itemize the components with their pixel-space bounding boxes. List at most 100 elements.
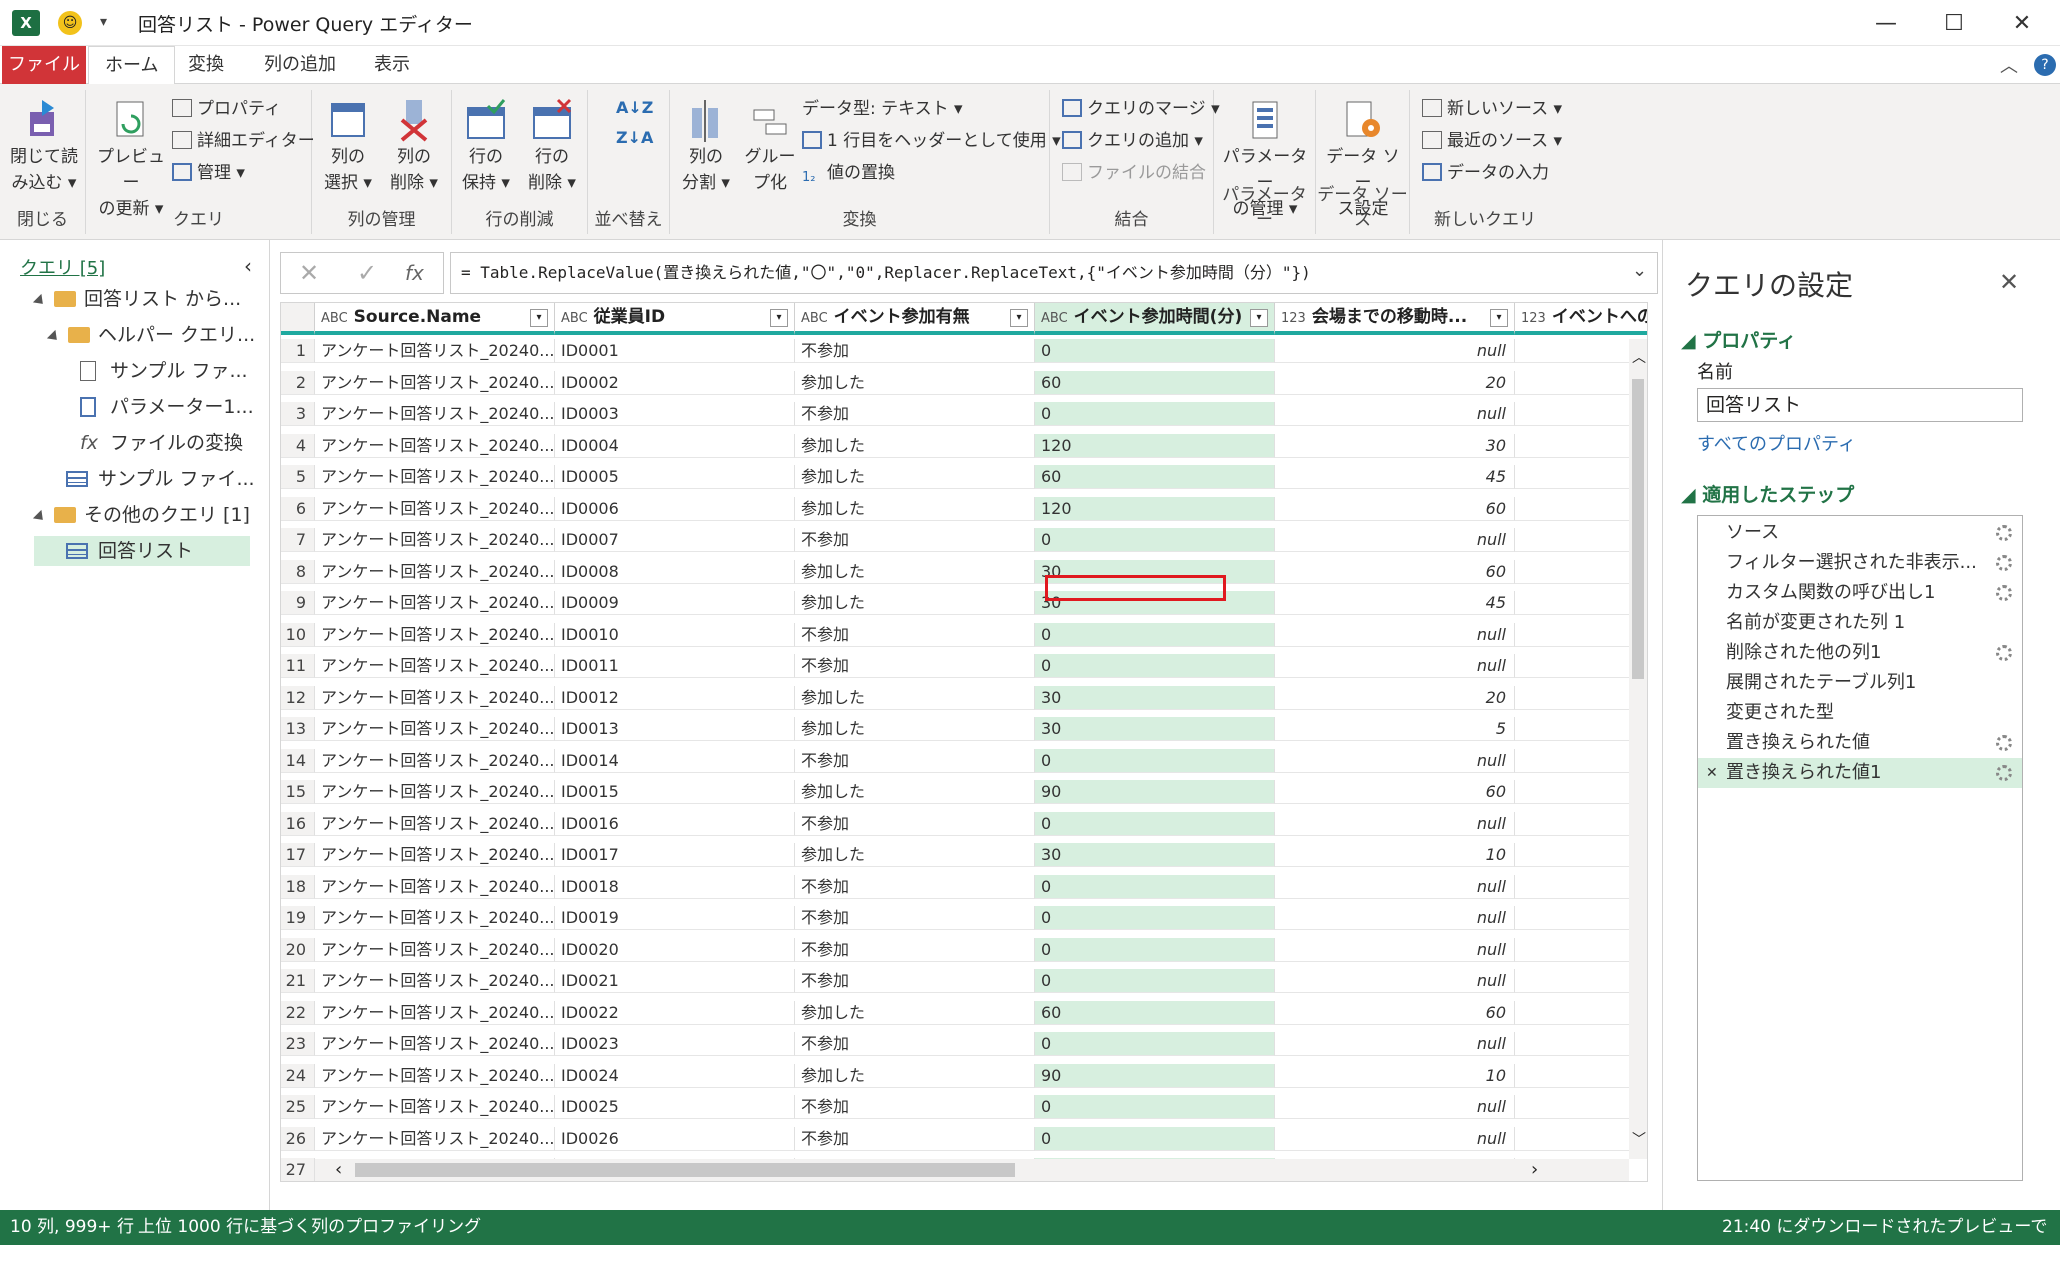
query-name-input[interactable]: 回答リスト [1697,388,2023,422]
close-and-load-button[interactable]: 閉じて読 み込む ▾ [6,98,82,196]
scroll-up-icon[interactable]: ︿ [1632,347,1646,367]
table-cell[interactable]: 参加した [795,433,1035,458]
table-cell[interactable]: 30 [1275,433,1515,458]
table-cell[interactable]: アンケート回答リスト_20240... [315,339,555,363]
table-cell[interactable]: アンケート回答リスト_20240... [315,591,555,615]
table-cell[interactable]: 不参加 [795,811,1035,836]
table-cell[interactable]: アンケート回答リスト_20240... [315,685,555,710]
table-cell[interactable]: 10 [1275,1063,1515,1088]
query-parameter[interactable]: パラメーター1... [80,392,254,422]
vertical-scrollbar[interactable]: ︿ ﹀ [1629,339,1647,1159]
table-cell[interactable]: 0 [1035,654,1275,678]
table-cell[interactable]: 不参加 [795,969,1035,993]
table-cell[interactable]: 参加した [795,843,1035,867]
quick-access-dropdown-icon[interactable]: ▾ [100,14,107,30]
table-cell[interactable]: アンケート回答リスト_20240... [315,1000,555,1025]
table-cell[interactable]: 0 [1035,874,1275,899]
table-cell[interactable]: 10 [1275,843,1515,867]
table-cell[interactable]: null [1275,1032,1515,1056]
table-cell[interactable]: アンケート回答リスト_20240... [315,1063,555,1088]
close-button[interactable]: ✕ [1988,0,2056,46]
filter-dropdown-icon[interactable]: ▾ [770,309,788,327]
applied-steps-header[interactable]: ◢ 適用したステップ [1681,480,1854,507]
column-header[interactable]: ABC イベント参加時間(分) ▾ [1035,303,1275,335]
table-cell[interactable]: アンケート回答リスト_20240... [315,717,555,741]
applied-step[interactable]: 変更された型 [1698,698,2022,728]
table-cell[interactable]: アンケート回答リスト_20240... [315,1126,555,1151]
table-cell[interactable]: アンケート回答リスト_20240... [315,843,555,867]
column-header[interactable]: 123 会場までの移動時... ▾ [1275,303,1515,335]
table-cell[interactable]: 0 [1035,969,1275,993]
profiling-status[interactable]: 上位 1000 行に基づく列のプロファイリング [138,1210,481,1245]
table-cell[interactable]: アンケート回答リスト_20240... [315,906,555,930]
applied-step[interactable]: ソース [1698,518,2022,548]
table-cell[interactable]: アンケート回答リスト_20240... [315,528,555,552]
column-header[interactable]: ABC 従業員ID ▾ [555,303,795,335]
collapse-pane-icon[interactable]: ‹ [244,254,252,278]
type-icon[interactable]: 123 [1281,311,1306,326]
table-cell[interactable]: ID0006 [555,496,795,521]
table-cell[interactable]: 120 [1035,496,1275,521]
table-cell[interactable]: null [1275,811,1515,836]
table-cell[interactable]: 0 [1035,402,1275,426]
table-cell[interactable]: 120 [1035,433,1275,458]
query-transform-file[interactable]: fx ファイルの変換 [80,428,243,458]
scroll-down-icon[interactable]: ﹀ [1632,1129,1646,1149]
applied-step[interactable]: 削除された他の列1 [1698,638,2022,668]
step-settings-gear-icon[interactable] [1996,735,2012,751]
applied-step[interactable]: 展開されたテーブル列1 [1698,668,2022,698]
step-settings-gear-icon[interactable] [1996,555,2012,571]
table-cell[interactable]: ID0008 [555,559,795,584]
table-cell[interactable]: ID0015 [555,780,795,804]
column-header[interactable]: 123 イベントへの [1515,303,1647,335]
step-settings-gear-icon[interactable] [1996,645,2012,661]
table-cell[interactable]: 参加した [795,1000,1035,1025]
column-header[interactable]: ABC Source.Name ▾ [315,303,555,335]
table-cell[interactable]: null [1275,402,1515,426]
sort-descending-icon[interactable]: Z↓A [616,128,653,147]
close-settings-icon[interactable]: ✕ [1999,268,2019,296]
merge-queries-button[interactable]: クエリのマージ ▾ [1062,96,1220,122]
table-cell[interactable]: null [1275,874,1515,899]
table-cell[interactable]: 参加した [795,465,1035,489]
table-cell[interactable]: アンケート回答リスト_20240... [315,465,555,489]
table-cell[interactable]: 不参加 [795,1095,1035,1119]
all-properties-link[interactable]: すべてのプロパティ [1697,430,1856,456]
choose-columns-button[interactable]: 列の 選択 ▾ [316,98,380,196]
append-queries-button[interactable]: クエリの追加 ▾ [1062,128,1203,154]
table-cell[interactable]: 0 [1035,811,1275,836]
properties-button[interactable]: プロパティ [172,96,281,122]
delete-step-icon[interactable]: ✕ [1706,758,1718,788]
table-cell[interactable]: null [1275,1095,1515,1119]
formula-input[interactable]: = Table.ReplaceValue(置き換えられた値,"〇","0",Re… [450,252,1658,294]
advanced-editor-button[interactable]: 詳細エディター [172,128,315,154]
table-cell[interactable]: 不参加 [795,1126,1035,1151]
table-cell[interactable]: ID0018 [555,874,795,899]
applied-step[interactable]: 名前が変更された列 1 [1698,608,2022,638]
applied-step[interactable]: 置き換えられた値 [1698,728,2022,758]
table-cell[interactable]: null [1275,969,1515,993]
table-cell[interactable]: 0 [1035,748,1275,773]
datatype-dropdown[interactable]: データ型: テキスト ▾ [802,96,963,122]
fx-icon[interactable]: fx [405,261,424,285]
table-cell[interactable]: 参加した [795,496,1035,521]
table-cell[interactable]: アンケート回答リスト_20240... [315,654,555,678]
queries-header[interactable]: クエリ [5] [20,254,105,284]
table-cell[interactable]: 60 [1275,1000,1515,1025]
table-cell[interactable]: 0 [1035,1032,1275,1056]
type-icon[interactable]: ABC [561,311,588,326]
keep-rows-button[interactable]: 行の 保持 ▾ [454,98,518,196]
table-cell[interactable]: 参加した [795,685,1035,710]
table-cell[interactable]: ID0010 [555,622,795,647]
table-cell[interactable]: 0 [1035,937,1275,962]
table-cell[interactable]: アンケート回答リスト_20240... [315,811,555,836]
table-cell[interactable]: 不参加 [795,906,1035,930]
table-cell[interactable]: null [1275,937,1515,962]
table-cell[interactable]: 参加した [795,780,1035,804]
table-cell[interactable]: null [1275,528,1515,552]
scroll-thumb[interactable] [1632,379,1644,679]
enter-data-button[interactable]: データの入力 [1422,160,1549,186]
table-cell[interactable]: ID0024 [555,1063,795,1088]
table-cell[interactable]: アンケート回答リスト_20240... [315,370,555,395]
table-cell[interactable]: ID0021 [555,969,795,993]
